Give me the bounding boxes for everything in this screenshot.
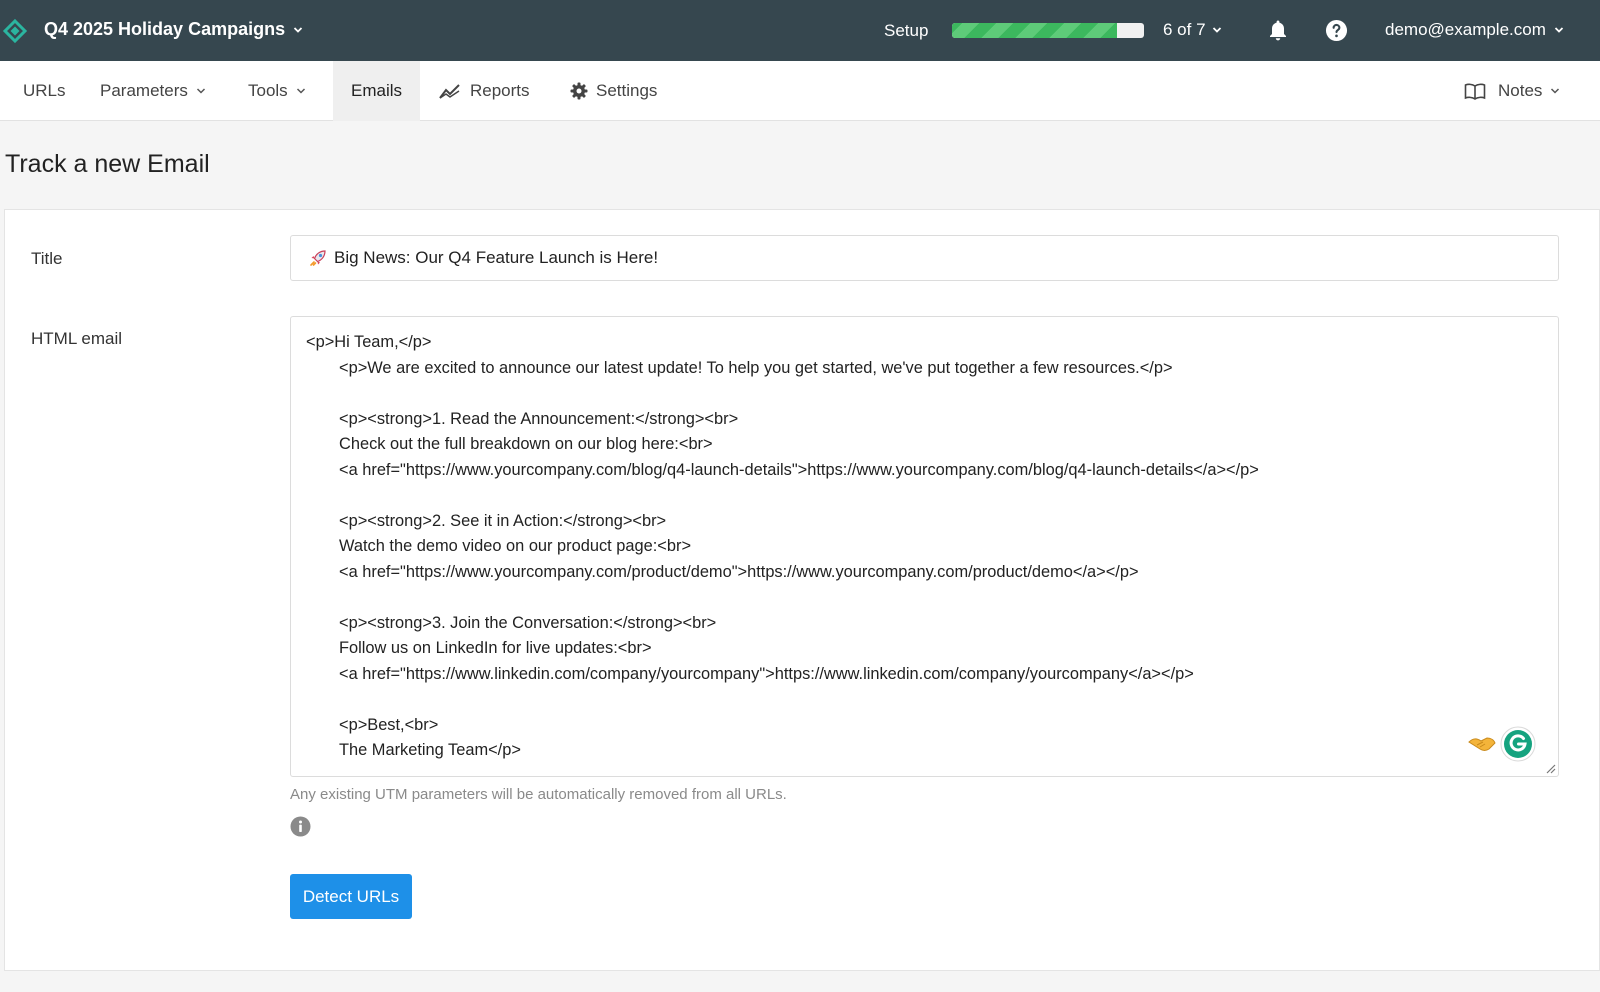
info-icon[interactable] — [290, 816, 311, 837]
account-menu[interactable]: demo@example.com — [1385, 20, 1564, 40]
code-line: <p><strong>2. See it in Action:</strong>… — [339, 511, 667, 530]
html-email-label: HTML email — [31, 329, 122, 348]
nav-reports-label: Reports — [470, 81, 530, 100]
nav-parameters-label: Parameters — [100, 81, 188, 100]
nav-notes[interactable]: Notes — [1464, 61, 1560, 121]
code-line: <p>We are excited to announce our latest… — [339, 358, 1173, 377]
code-line: <p><strong>1. Read the Announcement:</st… — [339, 409, 739, 428]
gear-icon — [570, 82, 588, 100]
logo-icon[interactable] — [2, 18, 28, 44]
nav-urls[interactable]: URLs — [23, 61, 66, 121]
book-icon — [1464, 83, 1486, 100]
setup-progress-bar[interactable] — [952, 23, 1144, 38]
nav-emails[interactable]: Emails — [333, 61, 420, 121]
setup-step-count: 6 of 7 — [1163, 20, 1206, 39]
title-input[interactable]: Big News: Our Q4 Feature Launch is Here! — [290, 235, 1559, 281]
title-label: Title — [31, 249, 63, 268]
chevron-down-icon — [196, 88, 205, 94]
nav-settings-label: Settings — [596, 81, 658, 100]
code-line: <p>Best,<br> — [339, 715, 439, 734]
code-line: <a href="https://www.yourcompany.com/blo… — [339, 460, 1259, 479]
handshake-icon — [1468, 737, 1496, 751]
chevron-down-icon — [296, 88, 305, 94]
code-line: The Marketing Team</p> — [339, 741, 521, 759]
setup-progress-fill — [952, 23, 1117, 38]
account-email: demo@example.com — [1385, 20, 1546, 39]
grammarly-icon[interactable] — [1500, 726, 1536, 762]
top-bar: Q4 2025 Holiday Campaigns Setup 6 of 7 d… — [0, 0, 1600, 61]
nav-settings[interactable]: Settings — [570, 61, 657, 121]
nav-reports[interactable]: Reports — [438, 61, 530, 121]
chevron-down-icon — [1551, 88, 1560, 94]
nav-tools-label: Tools — [248, 81, 288, 100]
line-chart-icon — [439, 84, 460, 99]
code-line: Watch the demo video on our product page… — [339, 537, 692, 555]
nav-notes-label: Notes — [1498, 81, 1543, 100]
rocket-icon — [310, 250, 326, 266]
utm-hint-text: Any existing UTM parameters will be auto… — [290, 786, 787, 803]
nav-parameters[interactable]: Parameters — [100, 61, 206, 121]
html-email-textarea[interactable]: <p>Hi Team,</p> <p>We are excited to ann… — [290, 316, 1559, 777]
chevron-down-icon — [293, 26, 303, 33]
setup-step-dropdown[interactable]: 6 of 7 — [1163, 20, 1222, 40]
nav-tools[interactable]: Tools — [248, 61, 306, 121]
page-title: Track a new Email — [5, 150, 210, 178]
code-line: Follow us on LinkedIn for live updates:<… — [339, 639, 652, 657]
chevron-down-icon — [1212, 27, 1221, 33]
code-line: <p><strong>3. Join the Conversation:</st… — [339, 613, 717, 632]
resize-handle-icon[interactable] — [1544, 762, 1556, 774]
detect-urls-button[interactable]: Detect URLs — [290, 874, 412, 919]
code-line: <a href="https://www.yourcompany.com/pro… — [339, 562, 1139, 581]
project-switcher[interactable]: Q4 2025 Holiday Campaigns — [44, 19, 303, 40]
project-name: Q4 2025 Holiday Campaigns — [44, 19, 286, 39]
chevron-down-icon — [1554, 27, 1564, 33]
bell-icon[interactable] — [1266, 18, 1290, 42]
setup-label: Setup — [884, 21, 929, 40]
code-line: Check out the full breakdown on our blog… — [339, 435, 713, 453]
help-icon[interactable] — [1325, 19, 1348, 42]
code-line: <a href="https://www.linkedin.com/compan… — [339, 664, 1194, 683]
nav-emails-label: Emails — [350, 81, 402, 100]
main-nav: URLs Parameters Tools Emails Reports Set — [0, 61, 1600, 121]
title-value: Big News: Our Q4 Feature Launch is Here! — [334, 248, 659, 267]
code-line: <p>Hi Team,</p> — [306, 333, 432, 351]
nav-urls-label: URLs — [23, 81, 66, 100]
